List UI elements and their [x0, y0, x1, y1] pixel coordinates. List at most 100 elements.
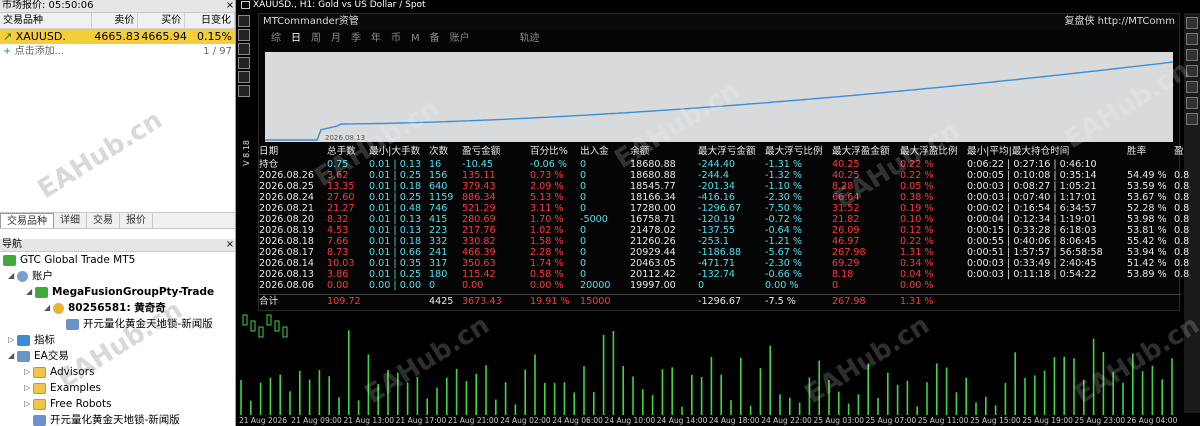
- period-tab[interactable]: 日: [291, 30, 301, 48]
- table-cell: -137.55: [698, 225, 736, 236]
- period-tab[interactable]: 备: [430, 30, 440, 48]
- navigator-title: 导航: [2, 239, 22, 250]
- table-cell: 0.01 | 0.18: [369, 181, 422, 192]
- period-tab[interactable]: 季: [351, 30, 361, 48]
- table-cell: -244.4: [698, 170, 729, 181]
- table-cell: -0.66 %: [765, 269, 802, 280]
- table-cell: 最大浮亏金额: [698, 146, 756, 157]
- tree-ea-kaiyuan[interactable]: 开元量化黄金天地锁-新闻版: [0, 412, 235, 426]
- table-cell: 胜率: [1127, 146, 1147, 157]
- table-cell: 115.42: [462, 269, 496, 280]
- table-cell: -1.21 %: [765, 236, 802, 247]
- tree-root[interactable]: GTC Global Trade MT5: [0, 252, 235, 268]
- period-tab[interactable]: 账户: [450, 30, 470, 48]
- table-cell: 0.10 %: [900, 214, 934, 225]
- tool-button[interactable]: [238, 71, 250, 83]
- period-tab[interactable]: M: [411, 30, 420, 48]
- add-symbol-label: 点击添加...: [14, 46, 65, 57]
- market-watch-tabs: 交易品种 详细 交易 报价: [0, 212, 235, 229]
- table-cell: 0.19 %: [900, 203, 934, 214]
- table-cell: 0.8: [1174, 214, 1190, 225]
- table-cell: 0:06:22 | 0:27:16 | 0:46:10: [967, 159, 1097, 170]
- collapse-icon[interactable]: ◢: [8, 268, 17, 284]
- symbol-row[interactable]: ↗ XAUUSD. 4665.83 4665.94 0.15%: [0, 29, 235, 44]
- collapse-icon[interactable]: ◢: [44, 300, 53, 316]
- table-cell: 52.28 %: [1127, 203, 1167, 214]
- table-cell: 1.70 %: [530, 214, 564, 225]
- time-tick-label: 26 Aug 04:00: [1126, 416, 1178, 425]
- collapse-icon[interactable]: ◢: [26, 284, 35, 300]
- close-icon[interactable]: ×: [225, 239, 235, 251]
- tree-ea-free-robots[interactable]: ▷ Free Robots: [0, 396, 235, 412]
- period-tab[interactable]: 综: [271, 30, 281, 48]
- candle: [266, 314, 272, 326]
- mtc-link[interactable]: 复盘侠 http://MTComm: [1064, 14, 1175, 30]
- tool-button[interactable]: [1186, 49, 1198, 61]
- period-tab[interactable]: 年: [371, 30, 381, 48]
- tree-accounts[interactable]: ◢ 账户: [0, 268, 235, 284]
- expand-icon[interactable]: ▷: [8, 332, 17, 348]
- tree-account-company[interactable]: ◢ MegaFusionGroupPty-Trade: [0, 284, 235, 300]
- table-cell: 0: [580, 170, 587, 181]
- expand-icon[interactable]: ▷: [24, 364, 33, 380]
- table-cell: 15000: [580, 296, 611, 307]
- table-cell: 0.8: [1174, 170, 1190, 181]
- table-cell: 330.82: [462, 236, 496, 247]
- table-cell: 0.00: [327, 280, 349, 291]
- table-cell: 0: [698, 280, 705, 291]
- tool-button[interactable]: [1186, 97, 1198, 109]
- table-cell: 0.8: [1174, 203, 1190, 214]
- period-tab[interactable]: 周: [311, 30, 321, 48]
- table-cell: 8.73: [327, 247, 349, 258]
- expand-icon[interactable]: ▷: [24, 396, 33, 412]
- table-cell: 0:00:03 | 0:07:40 | 1:17:01: [967, 192, 1097, 203]
- chart-tab[interactable]: XAUUSD., H1: Gold vs US Dollar / Spot: [241, 0, 426, 11]
- col-change[interactable]: 日变化: [185, 13, 235, 28]
- table-cell: 2026.08.20: [259, 214, 314, 225]
- table-cell: -1186.88: [698, 247, 742, 258]
- table-row: 2026.08.24 27.60 0.01 | 0.25 1159 886.34 5.13…: [259, 192, 1189, 203]
- indicator-icon: [17, 334, 30, 346]
- table-cell: 0.01 | 0.18: [369, 236, 422, 247]
- tree-ea-advisors[interactable]: ▷ Advisors: [0, 364, 235, 380]
- tool-button[interactable]: [238, 15, 250, 27]
- collapse-icon[interactable]: ◢: [8, 348, 17, 364]
- period-tab[interactable]: 月: [331, 30, 341, 48]
- tool-button[interactable]: [1186, 113, 1198, 125]
- tool-button[interactable]: [1186, 33, 1198, 45]
- tool-button[interactable]: [238, 29, 250, 41]
- col-bid[interactable]: 卖价: [92, 13, 139, 28]
- table-cell: 466.39: [462, 247, 496, 258]
- tool-button[interactable]: [238, 43, 250, 55]
- tab-trading[interactable]: 交易: [87, 213, 120, 228]
- table-cell: 0.8: [1174, 269, 1190, 280]
- close-icon[interactable]: ×: [225, 0, 235, 12]
- tree-ea-examples[interactable]: ▷ Examples: [0, 380, 235, 396]
- table-cell: -1.31 %: [765, 159, 802, 170]
- table-cell: 日期: [259, 146, 279, 157]
- chart-window[interactable]: XAUUSD., H1: Gold vs US Dollar / Spot V …: [237, 0, 1200, 426]
- plus-icon: +: [3, 46, 12, 57]
- table-cell: -201.34: [698, 181, 736, 192]
- tool-button[interactable]: [238, 85, 250, 97]
- tree-account-id[interactable]: ◢ 80256581: 黄奇奇: [0, 300, 235, 316]
- chart-icon: [241, 0, 250, 9]
- expand-icon[interactable]: ▷: [24, 380, 33, 396]
- col-ask[interactable]: 买价: [138, 13, 186, 28]
- tab-ticks[interactable]: 报价: [120, 213, 153, 228]
- col-symbol[interactable]: 交易品种: [0, 13, 92, 28]
- table-cell: 21.27: [327, 203, 355, 214]
- period-tab[interactable]: 币: [391, 30, 401, 48]
- table-cell: 27.60: [327, 192, 355, 203]
- table-cell: 16: [429, 159, 442, 170]
- add-symbol-row[interactable]: + 点击添加... 1 / 97: [0, 44, 235, 59]
- tab-details[interactable]: 详细: [54, 213, 87, 228]
- tool-button[interactable]: [238, 57, 250, 69]
- table-cell: 0:00:15 | 0:33:28 | 6:18:03: [967, 225, 1097, 236]
- table-cell: -5.67 %: [765, 247, 802, 258]
- tab-symbols[interactable]: 交易品种: [0, 213, 54, 228]
- tool-button[interactable]: [1186, 17, 1198, 29]
- table-cell: 0.8: [1174, 258, 1190, 269]
- period-tab[interactable]: 轨迹: [520, 30, 540, 48]
- time-tick-label: 24 Aug 10:00: [604, 416, 656, 425]
